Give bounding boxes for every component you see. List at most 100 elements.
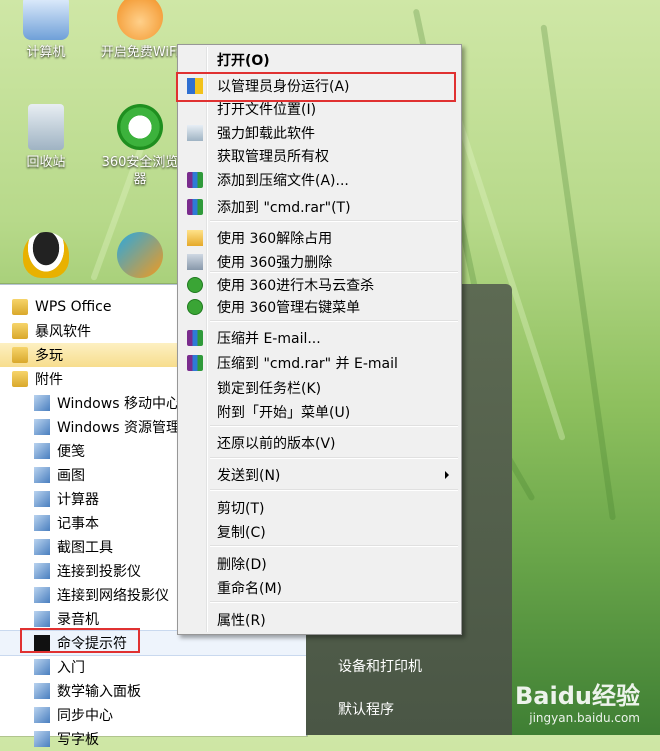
menu-separator xyxy=(210,320,458,322)
desktop-icon-label: 计算机 xyxy=(26,45,66,60)
menu-item[interactable]: 获取管理员所有权 xyxy=(180,145,457,167)
wifi-icon xyxy=(117,0,163,40)
menu-item-label: 附到「开始」菜单(U) xyxy=(217,405,351,421)
menu-item[interactable]: 还原以前的版本(V) xyxy=(180,432,457,454)
menu-item-label: 添加到压缩文件(A)... xyxy=(217,173,349,189)
menu-item[interactable]: 压缩到 "cmd.rar" 并 E-mail xyxy=(180,352,457,374)
baidu-watermark: Baidu经验 jingyan.baidu.com xyxy=(515,676,640,725)
menu-item[interactable]: 使用 360管理右键菜单 xyxy=(180,296,457,318)
menu-item-label: 使用 360强力删除 xyxy=(217,255,333,271)
360-scan-icon xyxy=(187,277,203,293)
menu-item-label: 强力卸载此软件 xyxy=(217,126,315,142)
program-label: 连接到网络投影仪 xyxy=(57,588,169,604)
snipping-tool-icon xyxy=(34,539,50,555)
program-label: 计算器 xyxy=(57,492,99,508)
cmd-highlight xyxy=(20,628,140,653)
program-label: 多玩 xyxy=(35,348,63,364)
menu-item[interactable]: 打开(O) xyxy=(180,49,457,71)
qq-penguin-icon xyxy=(23,232,69,278)
menu-item[interactable]: 锁定到任务栏(K) xyxy=(180,377,457,399)
desktop-icon-360-browser[interactable]: 360安全浏览器 xyxy=(96,104,184,188)
menu-item[interactable]: 重命名(M) xyxy=(180,577,457,599)
menu-item[interactable]: 使用 360进行木马云查杀 xyxy=(180,274,457,296)
winrar-icon xyxy=(187,330,203,346)
winrar-icon xyxy=(187,355,203,371)
menu-item-label: 压缩并 E-mail... xyxy=(217,331,321,347)
menu-item[interactable]: 发送到(N) xyxy=(180,464,457,486)
mobility-center-icon xyxy=(34,395,50,411)
menu-item[interactable]: 压缩并 E-mail... xyxy=(180,327,457,349)
menu-separator xyxy=(210,545,458,547)
program-label: WPS Office xyxy=(35,299,112,315)
menu-item[interactable]: 使用 360强力删除 xyxy=(180,251,457,273)
menu-separator xyxy=(210,220,458,222)
program-label: 入门 xyxy=(57,660,85,676)
360-unlock-icon xyxy=(187,230,203,246)
menu-separator xyxy=(210,425,458,427)
menu-item-label: 复制(C) xyxy=(217,525,266,541)
program-label: 录音机 xyxy=(57,612,99,628)
sticky-notes-icon xyxy=(34,443,50,459)
menu-item-label: 使用 360进行木马云查杀 xyxy=(217,278,375,294)
menu-item-label: 打开(O) xyxy=(217,53,270,69)
menu-item-label: 剪切(T) xyxy=(217,501,265,517)
paint-icon xyxy=(34,467,50,483)
program-label: 截图工具 xyxy=(57,540,113,556)
menu-item[interactable]: 删除(D) xyxy=(180,553,457,575)
winrar-icon xyxy=(187,199,203,215)
program-label: 画图 xyxy=(57,468,85,484)
menu-item-label: 获取管理员所有权 xyxy=(217,149,329,165)
baidu-brand: Baidu经验 xyxy=(515,682,640,710)
program-item[interactable]: 入门 xyxy=(0,655,334,679)
folder-icon xyxy=(12,371,28,387)
menu-separator xyxy=(210,457,458,459)
desktop-icon-label: 回收站 xyxy=(26,155,66,170)
folder-icon xyxy=(12,347,28,363)
folder-icon xyxy=(12,299,28,315)
desktop-icon-qq[interactable] xyxy=(2,232,90,282)
menu-item[interactable]: 强力卸载此软件 xyxy=(180,122,457,144)
desktop-icon-computer[interactable]: 计算机 xyxy=(2,0,90,61)
menu-item[interactable]: 复制(C) xyxy=(180,521,457,543)
menu-item[interactable]: 添加到 "cmd.rar"(T) xyxy=(180,196,457,218)
menu-item-label: 发送到(N) xyxy=(217,468,281,484)
desktop-icon-recycle-bin[interactable]: 回收站 xyxy=(2,104,90,171)
trash-icon xyxy=(187,125,203,141)
menu-item-label: 打开文件位置(I) xyxy=(217,102,317,118)
app-icon xyxy=(117,232,163,278)
menu-item-label: 重命名(M) xyxy=(217,581,283,597)
math-input-icon xyxy=(34,683,50,699)
recycle-bin-icon xyxy=(28,104,64,150)
menu-item[interactable]: 剪切(T) xyxy=(180,497,457,519)
projector-icon xyxy=(34,563,50,579)
menu-item[interactable]: 附到「开始」菜单(U) xyxy=(180,401,457,423)
program-label: Windows 资源管理器 xyxy=(57,420,194,436)
folder-icon xyxy=(12,323,28,339)
menu-item-label: 使用 360管理右键菜单 xyxy=(217,300,361,316)
program-label: 数学输入面板 xyxy=(57,684,141,700)
program-label: 便笺 xyxy=(57,444,85,460)
program-label: 记事本 xyxy=(57,516,99,532)
program-label: 同步中心 xyxy=(57,708,113,724)
program-item[interactable]: 数学输入面板 xyxy=(0,679,334,703)
menu-separator xyxy=(210,601,458,603)
desktop-icon-label: 360安全浏览器 xyxy=(101,155,179,187)
devices-and-printers-item[interactable]: 设备和打印机 xyxy=(338,656,422,676)
desktop-icon-wifi[interactable]: 开启免费WiFi xyxy=(96,0,184,61)
program-item[interactable]: 同步中心 xyxy=(0,703,334,727)
menu-item[interactable]: 属性(R) xyxy=(180,609,457,631)
default-programs-item[interactable]: 默认程序 xyxy=(338,699,394,719)
explorer-icon xyxy=(34,419,50,435)
microphone-icon xyxy=(34,611,50,627)
program-item[interactable]: 写字板 xyxy=(0,727,334,751)
menu-item[interactable]: 使用 360解除占用 xyxy=(180,227,457,249)
notepad-icon xyxy=(34,515,50,531)
menu-item-label: 属性(R) xyxy=(217,613,266,629)
run-as-admin-highlight xyxy=(176,72,456,102)
desktop-icon-app[interactable] xyxy=(96,232,184,282)
menu-item[interactable]: 添加到压缩文件(A)... xyxy=(180,169,457,191)
computer-icon xyxy=(23,0,69,40)
getting-started-icon xyxy=(34,659,50,675)
menu-item-label: 添加到 "cmd.rar"(T) xyxy=(217,200,351,216)
calculator-icon xyxy=(34,491,50,507)
